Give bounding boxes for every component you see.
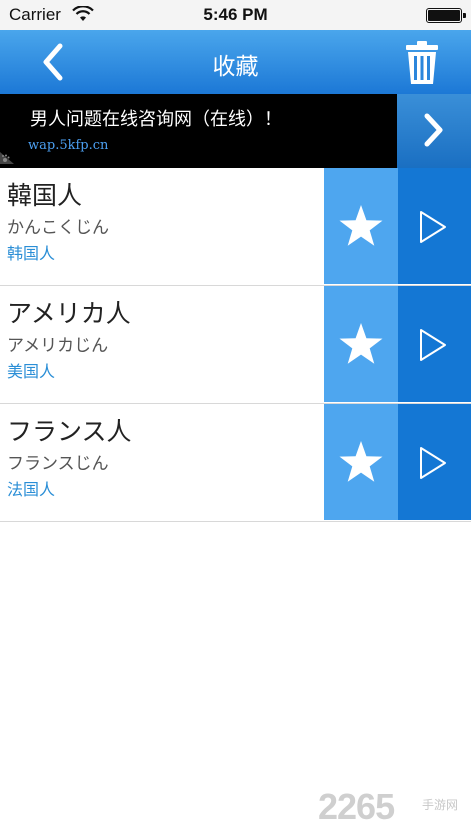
meaning-label: 韩国人 [7, 244, 56, 263]
kana-label: アメリカじん [7, 336, 109, 356]
favorite-row[interactable]: フランス人フランスじん 法国人 [0, 404, 471, 522]
ad-banner[interactable]: 男人问题在线咨询网（在线）！ wap.5kfp.cn [0, 94, 471, 168]
favorite-row[interactable]: アメリカ人アメリカじん 美国人 [0, 286, 471, 404]
star-icon [339, 441, 383, 482]
meaning-label: 美国人 [7, 362, 56, 381]
play-icon [420, 447, 446, 479]
star-icon [339, 323, 383, 364]
watermark-logo: 2265 手游网 [318, 786, 468, 827]
favorite-star-button[interactable] [324, 286, 398, 402]
chevron-right-icon [424, 113, 443, 147]
favorite-star-button[interactable] [324, 168, 398, 284]
paw-icon [0, 152, 14, 164]
ad-open-button[interactable] [396, 94, 471, 168]
battery-icon [426, 8, 466, 23]
navigation-bar: 收藏 [0, 30, 471, 94]
meaning-label: 法国人 [7, 480, 56, 499]
ad-title: 男人问题在线咨询网（在线）！ [30, 109, 282, 130]
ad-url: wap.5kfp.cn [28, 138, 109, 153]
clock: 5:46 PM [203, 5, 268, 24]
play-button[interactable] [398, 168, 471, 284]
watermark-digits: 2265 [318, 786, 395, 827]
word-label: アメリカ人 [7, 299, 131, 328]
kana-label: フランスじん [7, 454, 109, 474]
star-icon [339, 205, 383, 246]
word-label: 韓国人 [7, 181, 83, 210]
kana-label: かんこくじん [7, 218, 109, 238]
status-bar: Carrier 5:46 PM [0, 0, 471, 30]
trash-icon[interactable] [398, 38, 446, 88]
favorite-row[interactable]: 韓国人かんこくじん 韩国人 [0, 168, 471, 286]
play-icon [420, 329, 446, 361]
play-button[interactable] [398, 286, 471, 402]
play-icon [420, 211, 446, 243]
favorite-star-button[interactable] [324, 404, 398, 520]
watermark-tag: 手游网 [422, 798, 459, 812]
play-button[interactable] [398, 404, 471, 520]
word-label: フランス人 [7, 417, 132, 446]
